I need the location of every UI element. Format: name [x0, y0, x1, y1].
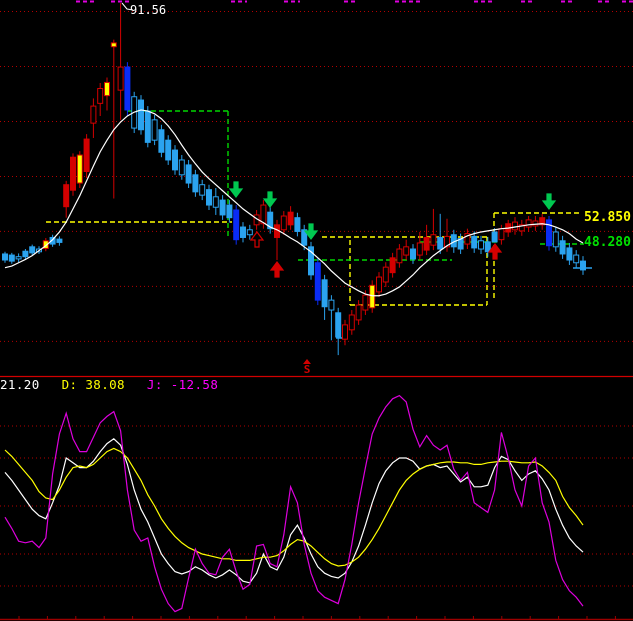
kdj-values-row: 21.20 D: 38.08 J: -12.58	[0, 377, 232, 392]
kdj-k-value: 21.20	[0, 377, 40, 392]
stock-chart-window: 91.56 52.850 48.280 S 21.20 D: 38.08 J: …	[0, 0, 633, 621]
box-upper-price-label: 52.850	[584, 210, 631, 225]
high-price-callout: 91.56	[130, 3, 167, 17]
sell-signal-marker: S	[300, 359, 314, 375]
indicator-panel	[0, 394, 633, 613]
price-panel	[0, 0, 633, 356]
kdj-j-value: J: -12.58	[146, 377, 219, 392]
box-lower-price-label: 48.280	[584, 235, 631, 250]
sell-marker-letter: S	[303, 363, 311, 376]
chart-canvas[interactable]	[0, 0, 633, 621]
panel-divider	[0, 375, 633, 621]
kdj-d-value: D: 38.08	[61, 377, 125, 392]
